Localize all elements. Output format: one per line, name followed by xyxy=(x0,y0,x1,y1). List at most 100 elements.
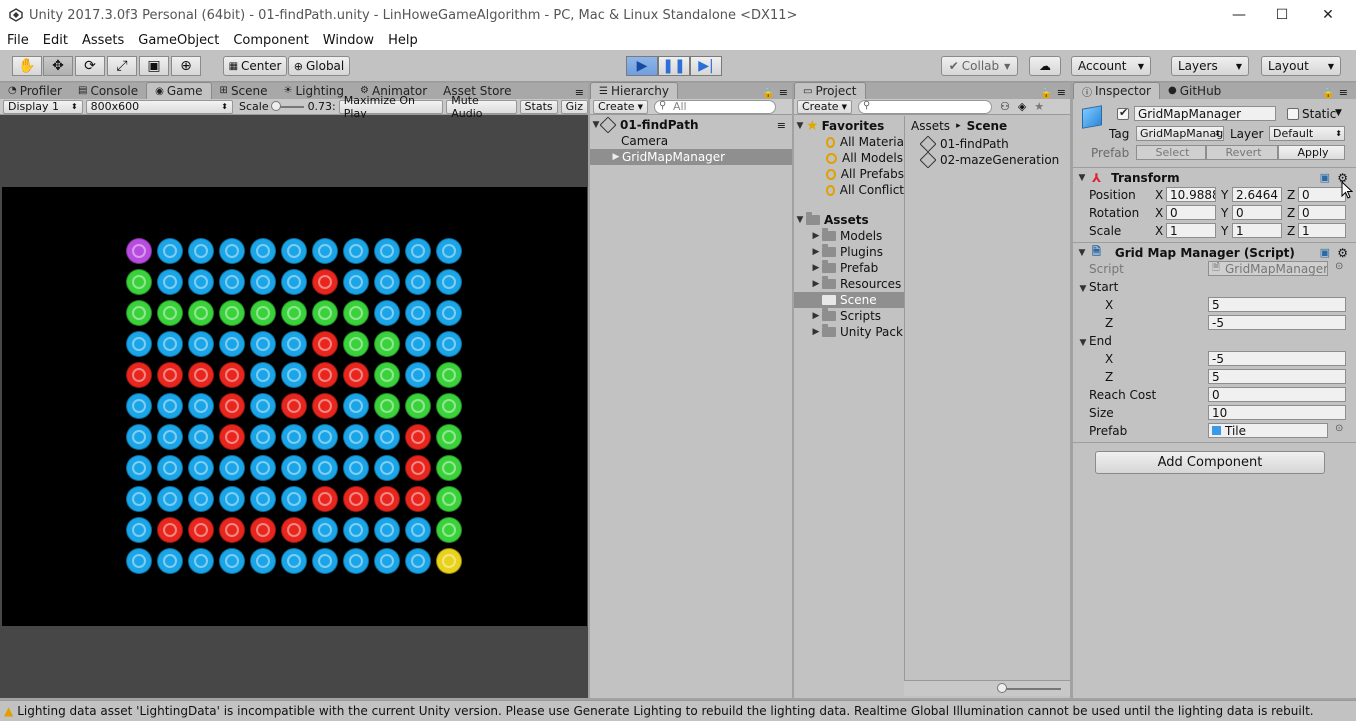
expand-arrow-icon[interactable]: ▼ xyxy=(1076,173,1088,183)
rotation-x-field[interactable]: 0 xyxy=(1166,205,1216,220)
menu-component[interactable]: Component xyxy=(226,33,315,48)
gear-icon[interactable]: ⚙ xyxy=(1337,246,1348,260)
prefab-revert-button[interactable]: Revert xyxy=(1206,145,1278,160)
end-x-field[interactable]: -5 xyxy=(1208,351,1346,366)
tab-lighting[interactable]: ☀ Lighting xyxy=(276,82,352,99)
close-button[interactable]: ✕ xyxy=(1305,0,1351,30)
layout-dropdown[interactable]: Layout ▼ xyxy=(1261,56,1341,76)
help-book-icon[interactable]: ▣ xyxy=(1320,246,1330,259)
panel-menu-icon[interactable]: ≡ xyxy=(575,86,584,99)
menu-edit[interactable]: Edit xyxy=(36,33,75,48)
transform-tool-icon[interactable]: ⊕ xyxy=(171,56,201,76)
tab-github[interactable]: ● GitHub xyxy=(1160,82,1229,99)
favorite-item[interactable]: All Models xyxy=(794,150,904,166)
object-name-field[interactable]: GridMapManager xyxy=(1134,106,1276,121)
maximize-button[interactable]: ☐ xyxy=(1259,0,1305,30)
scale-tool-icon[interactable]: ⤢ xyxy=(107,56,137,76)
panel-menu-icon[interactable]: ≡ xyxy=(1057,86,1066,99)
static-checkbox[interactable] xyxy=(1287,108,1299,120)
lock-icon[interactable]: 🔒 xyxy=(1322,88,1334,99)
breadcrumb-assets[interactable]: Assets xyxy=(911,119,950,133)
panel-menu-icon[interactable]: ≡ xyxy=(1339,86,1348,99)
account-dropdown[interactable]: Account ▼ xyxy=(1071,56,1151,76)
step-button[interactable]: ▶| xyxy=(690,56,722,76)
expand-arrow-icon[interactable]: ▼ xyxy=(1077,284,1089,294)
play-button[interactable]: ▶ xyxy=(626,56,658,76)
add-component-button[interactable]: Add Component xyxy=(1095,451,1325,474)
folder-item-scene[interactable]: Scene xyxy=(794,292,904,308)
favorite-item[interactable]: All Materia xyxy=(794,134,904,150)
favorite-item[interactable]: All Prefabs xyxy=(794,166,904,182)
collapse-arrow-icon[interactable]: ▶ xyxy=(610,152,622,162)
position-z-field[interactable]: 0 xyxy=(1298,187,1346,202)
hierarchy-item-camera[interactable]: Camera xyxy=(590,133,792,149)
panel-menu-icon[interactable]: ≡ xyxy=(779,86,788,99)
assets-header[interactable]: ▼ Assets xyxy=(794,212,904,228)
scene-file-item[interactable]: 02-mazeGeneration xyxy=(919,151,1070,169)
folder-item-plugins[interactable]: ▶ Plugins xyxy=(794,244,904,260)
layers-dropdown[interactable]: Layers ▼ xyxy=(1171,56,1249,76)
menu-gameobject[interactable]: GameObject xyxy=(131,33,226,48)
rotate-tool-icon[interactable]: ⟳ xyxy=(75,56,105,76)
prefab-apply-button[interactable]: Apply xyxy=(1278,145,1345,160)
collapse-arrow-icon[interactable]: ▶ xyxy=(810,231,822,241)
project-search-input[interactable]: ⚲ xyxy=(857,99,992,114)
slider-thumb[interactable] xyxy=(270,100,281,111)
hierarchy-create-dropdown[interactable]: Create ▼ xyxy=(593,99,648,114)
collapse-arrow-icon[interactable]: ▶ xyxy=(810,263,822,273)
scale-x-field[interactable]: 1 xyxy=(1166,223,1216,238)
lock-icon[interactable]: 🔒 xyxy=(1040,88,1052,99)
expand-arrow-icon[interactable]: ▼ xyxy=(1076,248,1088,258)
pivot-global-button[interactable]: ⊕ Global xyxy=(288,56,350,76)
maximize-on-play-toggle[interactable]: Maximize On Play xyxy=(338,94,444,120)
gizmos-toggle[interactable]: Giz xyxy=(560,99,588,114)
scene-file-item[interactable]: 01-findPath xyxy=(919,135,1070,153)
prefab-reference-field[interactable]: Tile xyxy=(1208,423,1328,438)
object-picker-icon[interactable]: ⊙ xyxy=(1335,423,1343,434)
menu-file[interactable]: File xyxy=(0,33,36,48)
tab-scene[interactable]: ⊞ Scene xyxy=(212,82,276,99)
rotation-z-field[interactable]: 0 xyxy=(1298,205,1346,220)
collapse-arrow-icon[interactable]: ▶ xyxy=(810,327,822,337)
pivot-center-button[interactable]: ▦ Center xyxy=(223,56,287,76)
end-z-field[interactable]: 5 xyxy=(1208,369,1346,384)
folder-item-prefab[interactable]: ▶ Prefab xyxy=(794,260,904,276)
folder-item-unity-pack[interactable]: ▶ Unity Pack xyxy=(794,324,904,340)
scale-y-field[interactable]: 1 xyxy=(1232,223,1282,238)
favorite-star-icon[interactable]: ★ xyxy=(1034,100,1044,113)
object-picker-icon[interactable]: ⊙ xyxy=(1335,261,1343,272)
menu-assets[interactable]: Assets xyxy=(75,33,131,48)
slider-thumb[interactable] xyxy=(997,683,1007,693)
size-field[interactable]: 10 xyxy=(1208,405,1346,420)
folder-item-models[interactable]: ▶ Models xyxy=(794,228,904,244)
tab-profiler[interactable]: ◔ Profiler xyxy=(0,82,70,99)
script-component-header[interactable]: ▼ 🗎 Grid Map Manager (Script) ▣ ⚙ xyxy=(1073,242,1356,262)
status-bar[interactable]: ▲ Lighting data asset 'LightingData' is … xyxy=(0,700,1356,721)
hand-tool-icon[interactable]: ✋ xyxy=(12,56,42,76)
help-book-icon[interactable]: ▣ xyxy=(1320,171,1330,184)
folder-item-scripts[interactable]: ▶ Scripts xyxy=(794,308,904,324)
collapse-arrow-icon[interactable]: ▶ xyxy=(810,247,822,257)
tag-dropdown[interactable]: GridMapManag ⬍ xyxy=(1136,126,1224,141)
tab-hierarchy[interactable]: ☰ Hierarchy xyxy=(590,82,678,99)
favorites-header[interactable]: ▼ ★ Favorites xyxy=(794,118,904,134)
pause-button[interactable]: ❚❚ xyxy=(658,56,690,76)
expand-arrow-icon[interactable]: ▼ xyxy=(794,215,806,225)
favorite-item[interactable]: All Conflict xyxy=(794,182,904,198)
collapse-arrow-icon[interactable]: ▶ xyxy=(810,279,822,289)
reach-cost-field[interactable]: 0 xyxy=(1208,387,1346,402)
project-create-dropdown[interactable]: Create ▼ xyxy=(797,99,852,114)
tab-game[interactable]: ◉ Game xyxy=(146,82,212,99)
folder-item-resources[interactable]: ▶ Resources xyxy=(794,276,904,292)
hierarchy-search-input[interactable]: ⚲ All xyxy=(653,99,776,114)
mute-audio-toggle[interactable]: Mute Audio xyxy=(446,94,517,120)
scene-menu-icon[interactable]: ≡ xyxy=(777,119,786,132)
tab-console[interactable]: ▤ Console xyxy=(70,82,146,99)
active-checkbox[interactable] xyxy=(1117,106,1129,120)
game-viewport[interactable] xyxy=(2,118,587,696)
expand-arrow-icon[interactable]: ▼ xyxy=(794,121,806,131)
menu-window[interactable]: Window xyxy=(316,33,381,48)
transform-header[interactable]: ▼ ⅄ Transform ▣ ⚙ xyxy=(1073,167,1356,187)
hierarchy-item-gridmapmanager[interactable]: ▶ GridMapManager xyxy=(590,149,792,165)
menu-help[interactable]: Help xyxy=(381,33,425,48)
